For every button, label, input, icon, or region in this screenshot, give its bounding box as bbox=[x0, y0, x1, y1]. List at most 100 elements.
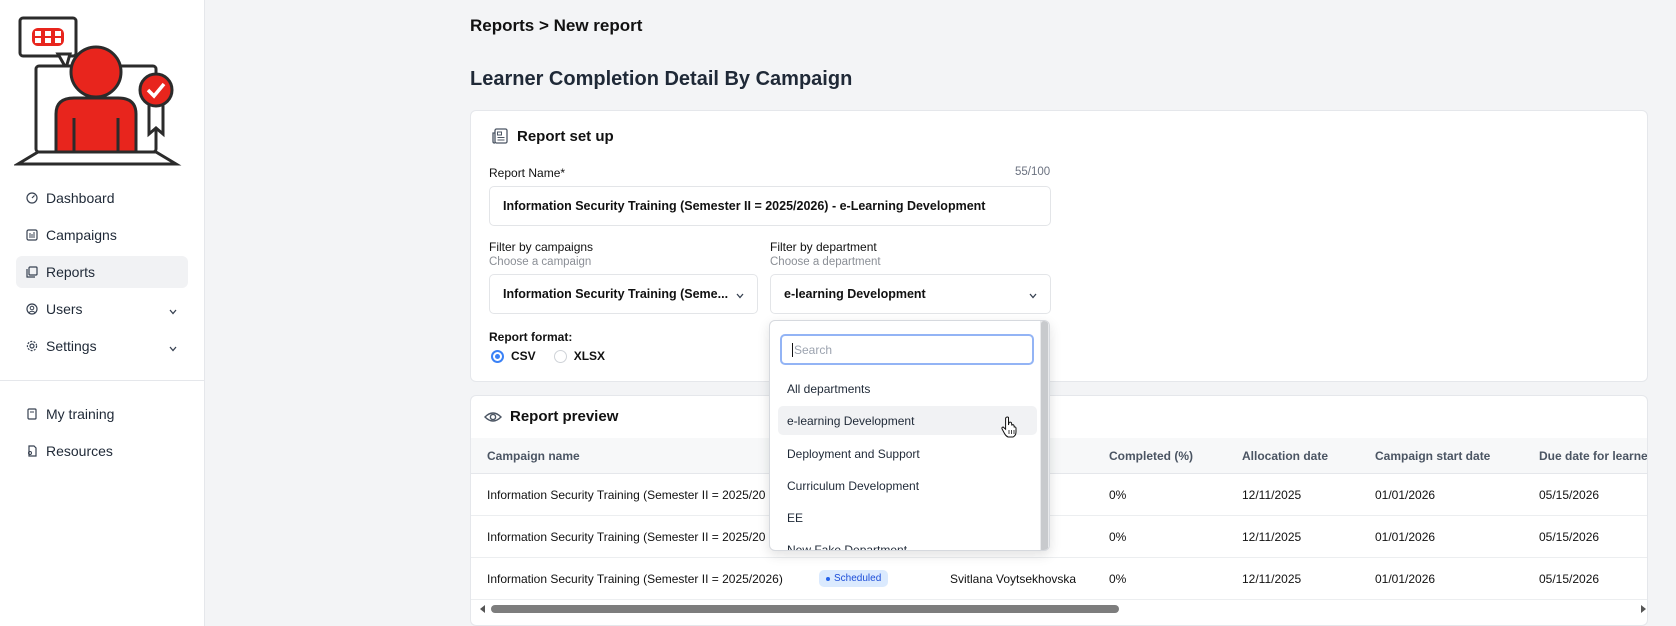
sidebar-item-campaigns[interactable]: Campaigns bbox=[16, 219, 188, 251]
start-date-cell: 01/01/2026 bbox=[1375, 487, 1436, 502]
report-setup-title: Report set up bbox=[517, 127, 614, 145]
xlsx-label: XLSX bbox=[573, 349, 606, 363]
chevron-down-icon[interactable] bbox=[168, 304, 178, 320]
app-logo-icon bbox=[14, 16, 182, 166]
department-filter-label: Filter by department bbox=[770, 240, 877, 254]
completed-cell: 0% bbox=[1109, 571, 1127, 586]
sidebar-item-reports[interactable]: Reports bbox=[16, 256, 188, 288]
my-training-icon bbox=[26, 408, 38, 420]
text-caret bbox=[792, 342, 793, 357]
start-date-cell: 01/01/2026 bbox=[1375, 529, 1436, 544]
campaign-select-value: Information Security Training (Seme... bbox=[503, 287, 729, 301]
dashboard-icon bbox=[26, 192, 38, 204]
column-header[interactable]: Campaign name bbox=[487, 449, 580, 463]
allocation-date-cell: 12/11/2025 bbox=[1242, 571, 1302, 586]
dropdown-option[interactable]: All departments bbox=[778, 374, 1037, 403]
campaign-cell: Information Security Training (Semester … bbox=[487, 487, 766, 502]
department-search-input[interactable]: Search bbox=[780, 334, 1034, 365]
due-date-cell: 05/15/2026 bbox=[1539, 571, 1600, 586]
campaign-cell: Information Security Training (Semester … bbox=[487, 529, 766, 544]
campaign-filter-hint: Choose a campaign bbox=[489, 256, 592, 268]
department-select[interactable]: e-learning Development bbox=[770, 274, 1051, 314]
report-setup-card: Report set up Report Name* 55/100 Inform… bbox=[470, 110, 1648, 382]
column-header[interactable]: Allocation date bbox=[1242, 449, 1328, 463]
campaign-select[interactable]: Information Security Training (Seme... bbox=[489, 274, 758, 314]
sidebar-item-label: Resources bbox=[46, 443, 113, 459]
sidebar-nav: Dashboard Campaigns Reports Users Settin… bbox=[16, 182, 188, 367]
scrollbar-thumb[interactable] bbox=[491, 605, 1119, 613]
reports-icon bbox=[26, 266, 38, 278]
sidebar-item-my-training[interactable]: My training bbox=[16, 398, 188, 430]
resources-icon bbox=[26, 445, 38, 457]
sidebar-item-dashboard[interactable]: Dashboard bbox=[16, 182, 188, 214]
report-name-label: Report Name* bbox=[489, 166, 566, 180]
sidebar-item-label: Dashboard bbox=[46, 190, 115, 206]
sidebar-item-label: My training bbox=[46, 406, 115, 422]
dropdown-option[interactable]: e-learning Development bbox=[778, 406, 1037, 435]
sidebar-item-label: Settings bbox=[46, 338, 97, 354]
report-preview-card: Report preview Campaign name Completed (… bbox=[470, 395, 1648, 626]
due-date-cell: 05/15/2026 bbox=[1539, 487, 1600, 502]
sidebar-item-label: Campaigns bbox=[46, 227, 117, 243]
allocation-date-cell: 12/11/2025 bbox=[1242, 487, 1302, 502]
chevron-down-icon[interactable] bbox=[168, 341, 178, 357]
completed-cell: 0% bbox=[1109, 529, 1127, 544]
due-date-cell: 05/15/2026 bbox=[1539, 529, 1600, 544]
chevron-down-icon bbox=[735, 290, 745, 304]
table-row[interactable]: Information Security Training (Semester … bbox=[471, 474, 1647, 516]
table-row[interactable]: Information Security Training (Semester … bbox=[471, 558, 1647, 600]
settings-icon bbox=[26, 340, 38, 352]
search-placeholder: Search bbox=[794, 342, 833, 357]
sidebar-item-label: Reports bbox=[46, 264, 96, 280]
csv-radio[interactable] bbox=[491, 349, 504, 363]
campaign-cell: Information Security Training (Semester … bbox=[487, 571, 783, 586]
report-format-options: CSV XLSX bbox=[491, 349, 605, 363]
report-format-label: Report format: bbox=[489, 330, 573, 344]
department-select-value: e-learning Development bbox=[784, 287, 926, 301]
start-date-cell: 01/01/2026 bbox=[1375, 571, 1436, 586]
sidebar-item-resources[interactable]: Resources bbox=[16, 435, 188, 467]
sidebar-item-settings[interactable]: Settings bbox=[16, 330, 188, 362]
column-header[interactable]: Completed (%) bbox=[1109, 449, 1193, 463]
completed-cell: 0% bbox=[1109, 487, 1127, 502]
campaigns-icon bbox=[26, 229, 38, 241]
learner-cell: Svitlana Voytsekhovska bbox=[950, 571, 1077, 586]
csv-label: CSV bbox=[511, 349, 536, 363]
report-preview-title: Report preview bbox=[510, 408, 619, 425]
preview-table: Campaign name Completed (%) Allocation d… bbox=[471, 438, 1647, 600]
horizontal-scrollbar[interactable] bbox=[479, 602, 1647, 616]
page-title: Learner Completion Detail By Campaign bbox=[470, 68, 853, 90]
sidebar: Dashboard Campaigns Reports Users Settin… bbox=[0, 0, 205, 626]
newspaper-icon bbox=[491, 127, 509, 145]
dropdown-option[interactable]: Curriculum Development bbox=[778, 471, 1037, 500]
xlsx-radio[interactable] bbox=[553, 349, 567, 363]
allocation-date-cell: 12/11/2025 bbox=[1242, 529, 1302, 544]
sidebar-divider bbox=[0, 380, 205, 381]
chevron-down-icon bbox=[1028, 290, 1038, 304]
campaign-filter-label: Filter by campaigns bbox=[489, 240, 594, 254]
hand-cursor-icon bbox=[1001, 416, 1017, 438]
scroll-left-icon[interactable] bbox=[479, 605, 487, 613]
sidebar-secondary-nav: My training Resources bbox=[16, 398, 188, 472]
sidebar-item-label: Users bbox=[46, 301, 83, 317]
dropdown-scrollbar[interactable] bbox=[1040, 321, 1049, 550]
column-header[interactable]: Due date for learne bbox=[1539, 449, 1647, 463]
dropdown-option[interactable]: Deployment and Support bbox=[778, 439, 1037, 468]
table-row[interactable]: Information Security Training (Semester … bbox=[471, 516, 1647, 558]
report-name-counter: 55/100 bbox=[1015, 166, 1051, 178]
column-header[interactable]: Campaign start date bbox=[1375, 449, 1490, 463]
table-header: Campaign name Completed (%) Allocation d… bbox=[471, 438, 1647, 474]
status-badge-label: Scheduled bbox=[834, 573, 882, 585]
users-icon bbox=[26, 303, 38, 315]
report-name-input[interactable]: Information Security Training (Semester … bbox=[489, 186, 1051, 226]
scrollbar-thumb[interactable] bbox=[1041, 321, 1048, 550]
eye-icon bbox=[484, 410, 502, 424]
report-preview-heading: Report preview bbox=[484, 408, 618, 425]
sidebar-item-users[interactable]: Users bbox=[16, 293, 188, 325]
report-setup-heading: Report set up bbox=[491, 127, 614, 145]
breadcrumb: Reports > New report bbox=[470, 16, 643, 35]
scroll-right-icon[interactable] bbox=[1639, 605, 1647, 613]
department-filter-hint: Choose a department bbox=[770, 256, 881, 268]
dropdown-option[interactable]: EE bbox=[778, 503, 1037, 532]
dropdown-option[interactable]: New Fake Department bbox=[778, 535, 1037, 551]
